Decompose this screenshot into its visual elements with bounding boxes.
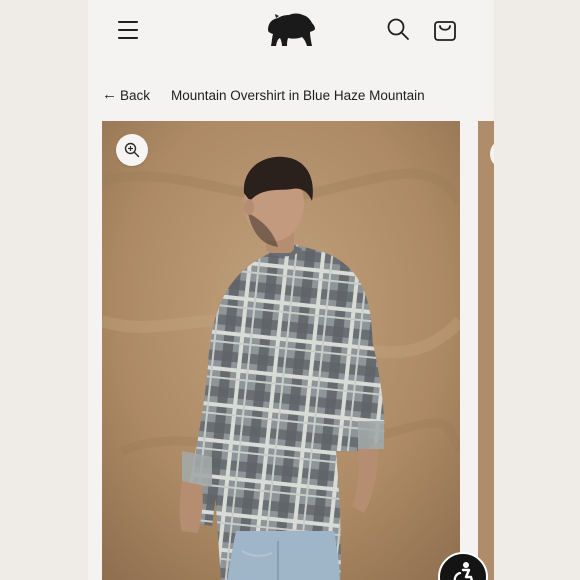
left-margin (0, 0, 88, 580)
search-icon[interactable] (386, 17, 410, 41)
bear-logo-icon[interactable] (262, 10, 318, 50)
product-image[interactable] (102, 121, 460, 580)
arrow-left-icon: ← (102, 86, 117, 103)
site-header (88, 0, 494, 64)
zoom-in-icon[interactable] (116, 134, 148, 166)
back-label: Back (120, 87, 151, 103)
shopping-bag-icon[interactable] (432, 16, 458, 42)
product-title: Mountain Overshirt in Blue Haze Mountain (171, 88, 425, 103)
hamburger-menu-icon[interactable] (116, 18, 140, 42)
back-link[interactable]: ← Back (102, 86, 150, 104)
breadcrumb: ← Back Mountain Overshirt in Blue Haze M… (88, 86, 494, 108)
zoom-in-icon[interactable] (490, 139, 494, 169)
next-product-image[interactable] (478, 121, 494, 580)
product-page: ← Back Mountain Overshirt in Blue Haze M… (88, 0, 494, 580)
right-margin (494, 0, 580, 580)
